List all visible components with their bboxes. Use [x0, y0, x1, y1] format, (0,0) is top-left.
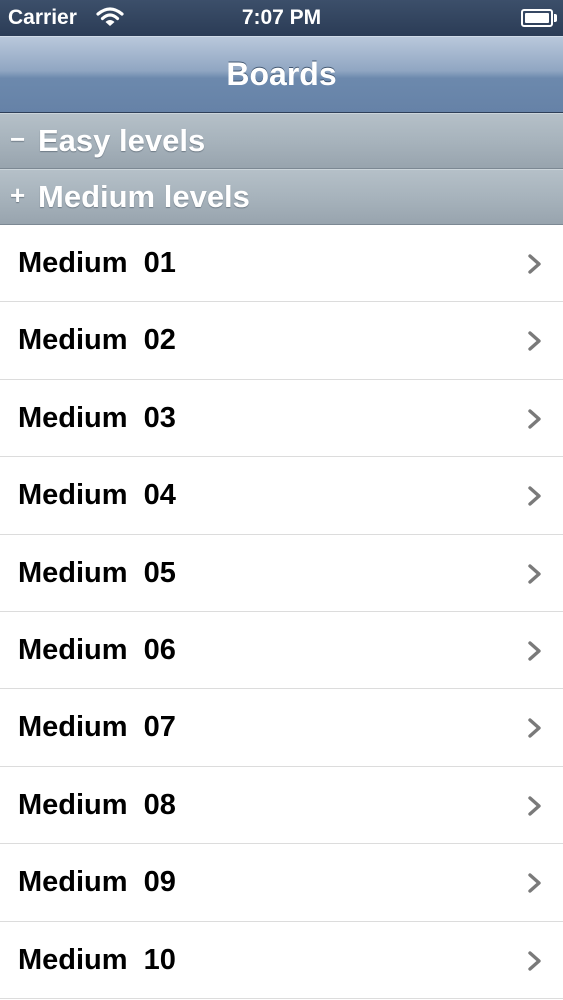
status-bar: Carrier 7:07 PM	[0, 0, 563, 36]
list-item[interactable]: Medium 04	[0, 457, 563, 535]
list-item-label: Medium 02	[18, 324, 176, 357]
page-title: Boards	[226, 56, 337, 92]
chevron-right-icon	[528, 873, 541, 893]
section-header-medium-levels[interactable]: + Medium levels	[0, 169, 563, 225]
list-item-label: Medium 09	[18, 866, 176, 899]
list-item[interactable]: Medium 03	[0, 379, 563, 458]
section-label-medium-levels: Medium levels	[38, 179, 250, 214]
list-item[interactable]: Medium 01	[0, 225, 563, 303]
chevron-right-icon	[528, 950, 541, 971]
list-item[interactable]: Medium 06	[0, 611, 563, 690]
chevron-right-icon	[528, 796, 541, 816]
section-header-easy-levels[interactable]: − Easy levels	[0, 113, 563, 169]
level-list: Medium 01 Medium 02 Medium 03 Medium 04 …	[0, 225, 563, 999]
chevron-right-icon	[528, 718, 541, 739]
chevron-right-icon	[528, 563, 541, 584]
battery-icon	[521, 9, 557, 27]
clock: 7:07 PM	[241, 6, 322, 29]
list-item[interactable]: Medium 09	[0, 844, 563, 922]
list-item-label: Medium 01	[18, 247, 176, 279]
collapse-icon: −	[10, 124, 26, 154]
chevron-right-icon	[528, 641, 541, 661]
section-label-easy-levels: Easy levels	[38, 123, 206, 158]
list-item-label: Medium 08	[18, 788, 176, 821]
navigation-bar: Boards	[0, 36, 563, 113]
chevron-right-icon	[528, 254, 541, 274]
chevron-right-icon	[528, 486, 541, 506]
expand-icon: +	[10, 180, 26, 210]
list-item[interactable]: Medium 08	[0, 766, 563, 845]
list-item-label: Medium 06	[18, 633, 176, 666]
list-item-label: Medium 03	[18, 401, 176, 434]
list-item[interactable]: Medium 02	[0, 302, 563, 380]
list-item-label: Medium 07	[18, 711, 176, 744]
list-item-label: Medium 05	[18, 556, 176, 589]
chevron-right-icon	[528, 409, 541, 429]
chevron-right-icon	[528, 331, 541, 352]
list-item-label: Medium 10	[18, 943, 176, 976]
list-item[interactable]: Medium 10	[0, 921, 563, 999]
list-item-label: Medium 04	[18, 479, 176, 512]
list-item[interactable]: Medium 05	[0, 534, 563, 612]
list-item[interactable]: Medium 07	[0, 689, 563, 767]
